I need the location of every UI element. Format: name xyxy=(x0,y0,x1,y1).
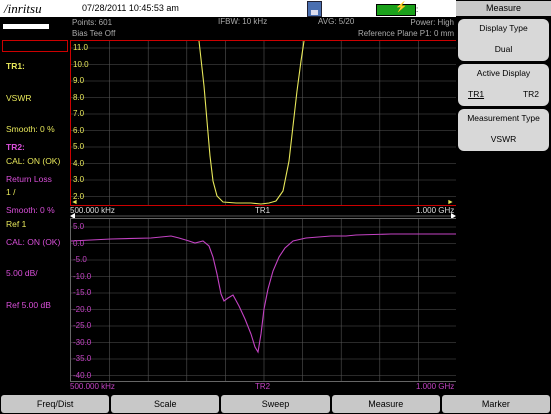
tr2-ytick: 0.0 xyxy=(73,238,85,248)
tr2-ytick: -25.0 xyxy=(73,321,92,330)
active-display-tr1: TR1 xyxy=(468,89,485,99)
active-trace-indicator xyxy=(3,24,49,29)
tr2-plot[interactable]: 5.0 0.0 -5.0 -10.0 -15.0 -20.0 -25.0 -30… xyxy=(70,218,458,382)
tr1-graph xyxy=(71,41,457,205)
tr1-title: TR1: xyxy=(6,61,25,71)
soft-key-panel: Measure Display Type Dual Active Display… xyxy=(456,0,551,394)
bias-tee-label: Bias Tee Off xyxy=(72,29,116,38)
battery-label: : xyxy=(416,5,419,14)
tr2-ytick: -10.0 xyxy=(73,271,92,281)
avg-label: AVG: 5/20 xyxy=(318,17,355,26)
tr2-ytick: -20.0 xyxy=(73,304,92,314)
status-bar: /inritsu 07/28/2011 10:45:53 am ⚡ : xyxy=(0,0,456,17)
tr1-grid xyxy=(71,41,457,205)
measurement-type-button[interactable]: Measurement Type VSWR xyxy=(458,109,549,151)
tr1-ytick: 7.0 xyxy=(73,109,85,118)
tr1-ytick: 4.0 xyxy=(73,158,85,168)
tr1-ytick: 9.0 xyxy=(73,76,85,85)
tr1-line: VSWR xyxy=(6,92,32,103)
main-menu-bar: Freq/Dist Scale Sweep Measure Marker xyxy=(0,394,551,414)
tr2-ytick: -5.0 xyxy=(73,255,87,264)
tr1-ytick: 10.0 xyxy=(73,59,89,69)
power-label: Power: High xyxy=(410,18,454,27)
display-type-label: Display Type xyxy=(479,23,528,33)
measure-button[interactable]: Measure xyxy=(331,395,440,413)
sweep-button[interactable]: Sweep xyxy=(221,395,330,413)
tr1-ytick: 8.0 xyxy=(73,92,85,102)
tr1-stop-marker-icon: ► xyxy=(447,199,454,206)
tr2-line: Smooth: 0 % xyxy=(6,205,55,215)
tr1-ytick: 5.0 xyxy=(73,142,85,151)
measurement-type-label: Measurement Type xyxy=(467,113,540,123)
measurement-type-value: VSWR xyxy=(490,134,517,144)
header-left: Points: 601 Bias Tee Off xyxy=(72,17,115,39)
active-display-tr2: TR2 xyxy=(522,89,539,99)
tr2-ytick: -30.0 xyxy=(73,337,92,347)
active-display-label: Active Display xyxy=(476,68,531,78)
tr1-trace xyxy=(198,41,305,205)
tr2-label: TR2 xyxy=(255,382,271,391)
tr2-start-freq: 500.000 kHz xyxy=(70,382,115,391)
tr2-line: 5.00 dB/ xyxy=(6,268,38,278)
save-icon[interactable] xyxy=(307,1,322,17)
tr1-plot[interactable]: 11.0 10.0 9.0 8.0 7.0 6.0 5.0 4.0 3.0 2.… xyxy=(70,40,458,206)
tr2-ytick: -40.0 xyxy=(73,370,92,380)
tr2-ytick: -35.0 xyxy=(73,354,92,363)
charging-icon: ⚡ xyxy=(395,2,408,13)
tr1-ytick: 11.0 xyxy=(73,43,88,52)
menu-title: Measure xyxy=(456,1,551,16)
tr2-grid xyxy=(71,219,457,381)
tr2-graph xyxy=(71,219,457,381)
tr1-ytick: 6.0 xyxy=(73,125,85,135)
scale-button[interactable]: Scale xyxy=(111,395,220,413)
tr2-line: CAL: ON (OK) xyxy=(6,236,61,247)
tr1-ytick: 3.0 xyxy=(73,175,85,184)
display-type-button[interactable]: Display Type Dual xyxy=(458,19,549,61)
tr2-stop-freq: 1.000 GHz xyxy=(416,382,455,391)
datetime: 07/28/2011 10:45:53 am xyxy=(82,3,179,13)
tr2-info[interactable]: TR2: Return Loss Smooth: 0 % CAL: ON (OK… xyxy=(6,121,60,321)
brand-logo: /inritsu xyxy=(4,1,42,16)
tr2-line: Return Loss xyxy=(6,173,52,184)
tr2-line: Ref 5.00 dB xyxy=(6,299,51,310)
marker-button[interactable]: Marker xyxy=(441,395,551,413)
freq-dist-button[interactable]: Freq/Dist xyxy=(1,395,110,413)
ifbw-label: IFBW: 10 kHz xyxy=(218,17,268,26)
active-display-button[interactable]: Active Display TR1 TR2 xyxy=(458,64,549,106)
reference-plane-label: Reference Plane P1: 0 mm xyxy=(357,29,454,38)
tr2-title: TR2: xyxy=(6,142,25,152)
tr1-start-marker-icon: ◄ xyxy=(71,199,78,206)
tr2-ytick: 5.0 xyxy=(73,222,85,231)
display-type-value: Dual xyxy=(494,44,513,54)
header-right: Power: High Reference Plane P1: 0 mm xyxy=(358,17,454,39)
points-label: Points: 601 xyxy=(72,18,113,27)
tr2-ytick: -15.0 xyxy=(73,288,92,297)
